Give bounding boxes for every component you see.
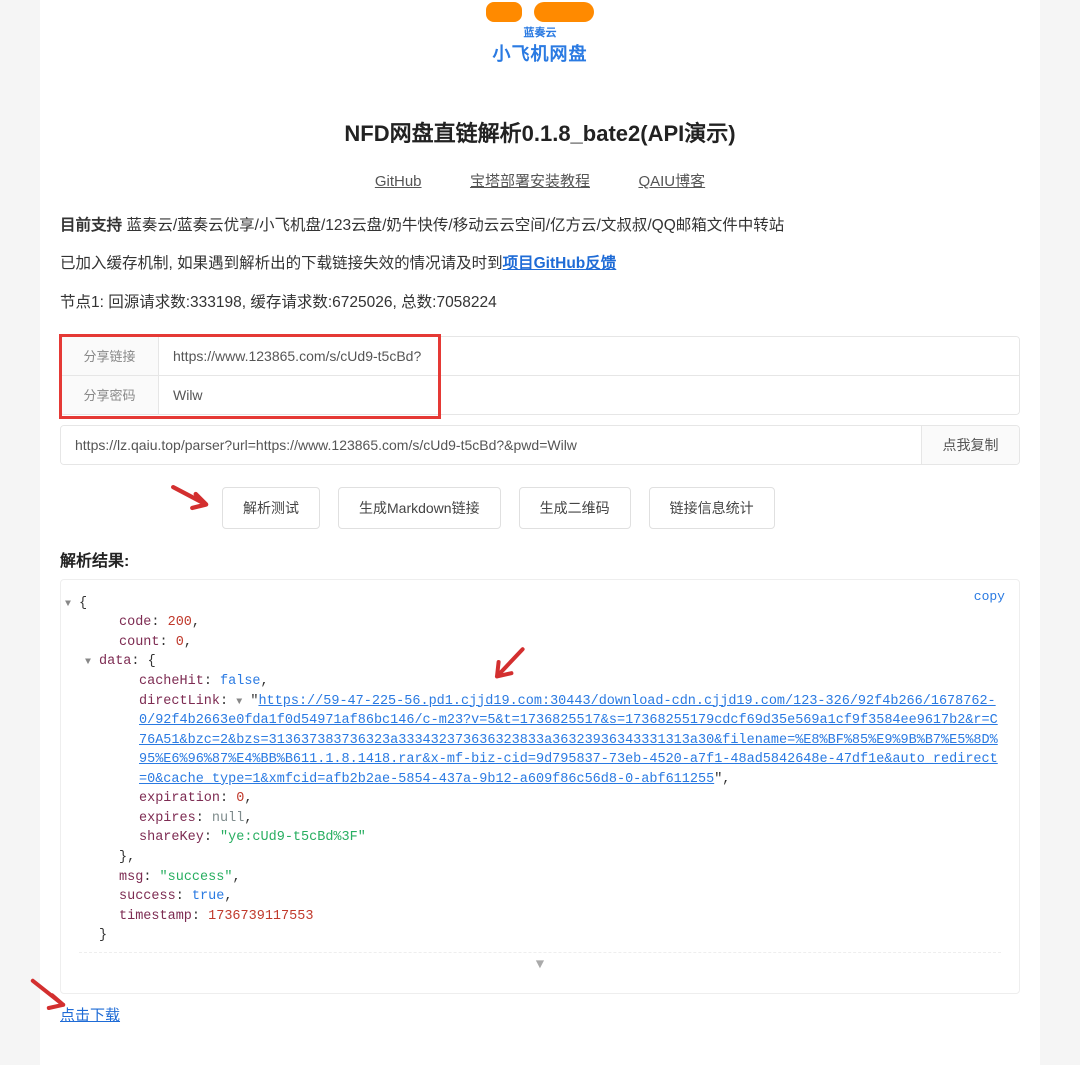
json-copy-link[interactable]: copy [974, 588, 1005, 607]
action-buttons: 解析测试 生成Markdown链接 生成二维码 链接信息统计 [60, 487, 1020, 529]
parsed-url-input[interactable] [61, 426, 921, 464]
result-heading: 解析结果: [60, 547, 1020, 571]
support-label: 目前支持 [60, 217, 122, 234]
collapse-toggle[interactable]: ▼ [79, 952, 1001, 975]
logo-bubble-2 [534, 2, 594, 22]
arrow-annotation-1 [168, 481, 220, 521]
support-line: 目前支持 蓝奏云/蓝奏云优享/小飞机盘/123云盘/奶牛快传/移动云云空间/亿方… [60, 213, 1020, 239]
cache-note: 已加入缓存机制, 如果遇到解析出的下载链接失效的情况请及时到项目GitHub反馈 [60, 251, 1020, 277]
gen-markdown-button[interactable]: 生成Markdown链接 [338, 487, 501, 529]
logo-main-text: 小飞机网盘 [486, 40, 594, 66]
input-form: 分享链接 分享密码 点我复制 [60, 336, 1020, 465]
gen-qr-button[interactable]: 生成二维码 [519, 487, 631, 529]
json-timestamp: 1736739117553 [208, 909, 313, 924]
cache-note-text: 已加入缓存机制, 如果遇到解析出的下载链接失效的情况请及时到 [60, 255, 503, 272]
json-success: true [192, 889, 224, 904]
nav-links: GitHub 宝塔部署安装教程 QAIU博客 [60, 170, 1020, 191]
support-list: 蓝奏云/蓝奏云优享/小飞机盘/123云盘/奶牛快传/移动云云空间/亿方云/文叔叔… [126, 217, 784, 234]
json-msg: "success" [160, 870, 233, 885]
qaiu-blog-link[interactable]: QAIU博客 [638, 173, 705, 190]
download-area: 点击下载 [60, 1004, 1020, 1025]
tree-toggle-icon[interactable]: ▼ [236, 696, 242, 711]
github-feedback-link[interactable]: 项目GitHub反馈 [503, 255, 617, 272]
logo-small-text: 蓝奏云 [486, 24, 594, 40]
share-link-label: 分享链接 [61, 337, 159, 375]
tree-toggle-icon[interactable]: ▼ [65, 598, 79, 613]
parse-test-button[interactable]: 解析测试 [222, 487, 320, 529]
node-stats: 节点1: 回源请求数:333198, 缓存请求数:6725026, 总数:705… [60, 290, 1020, 312]
bt-tutorial-link[interactable]: 宝塔部署安装教程 [470, 173, 590, 190]
share-pwd-input[interactable] [159, 376, 1019, 414]
json-count: 0 [176, 635, 184, 650]
json-code: 200 [168, 615, 192, 630]
page-title: NFD网盘直链解析0.1.8_bate2(API演示) [60, 116, 1020, 148]
json-directlink[interactable]: https://59-47-225-56.pd1.cjjd19.com:3044… [139, 694, 998, 787]
logo-bubble-1 [486, 2, 522, 22]
link-stats-button[interactable]: 链接信息统计 [649, 487, 775, 529]
json-sharekey: "ye:cUd9-t5cBd%3F" [220, 830, 366, 845]
json-expires: null [212, 811, 244, 826]
share-pwd-label: 分享密码 [61, 376, 159, 414]
copy-button[interactable]: 点我复制 [921, 426, 1019, 464]
json-expiration: 0 [236, 791, 244, 806]
tree-toggle-icon[interactable]: ▼ [85, 656, 99, 671]
json-cachehit: false [220, 674, 261, 689]
github-link[interactable]: GitHub [375, 173, 422, 190]
json-result-box: copy ▼{ code: 200, count: 0, ▼data: { ca… [60, 579, 1020, 994]
app-logo-area: 蓝奏云 小飞机网盘 [60, 0, 1020, 66]
chevron-down-icon: ▼ [536, 957, 544, 973]
arrow-annotation-3 [26, 976, 78, 1016]
share-link-input[interactable] [159, 337, 1019, 375]
arrow-annotation-2 [479, 646, 531, 686]
